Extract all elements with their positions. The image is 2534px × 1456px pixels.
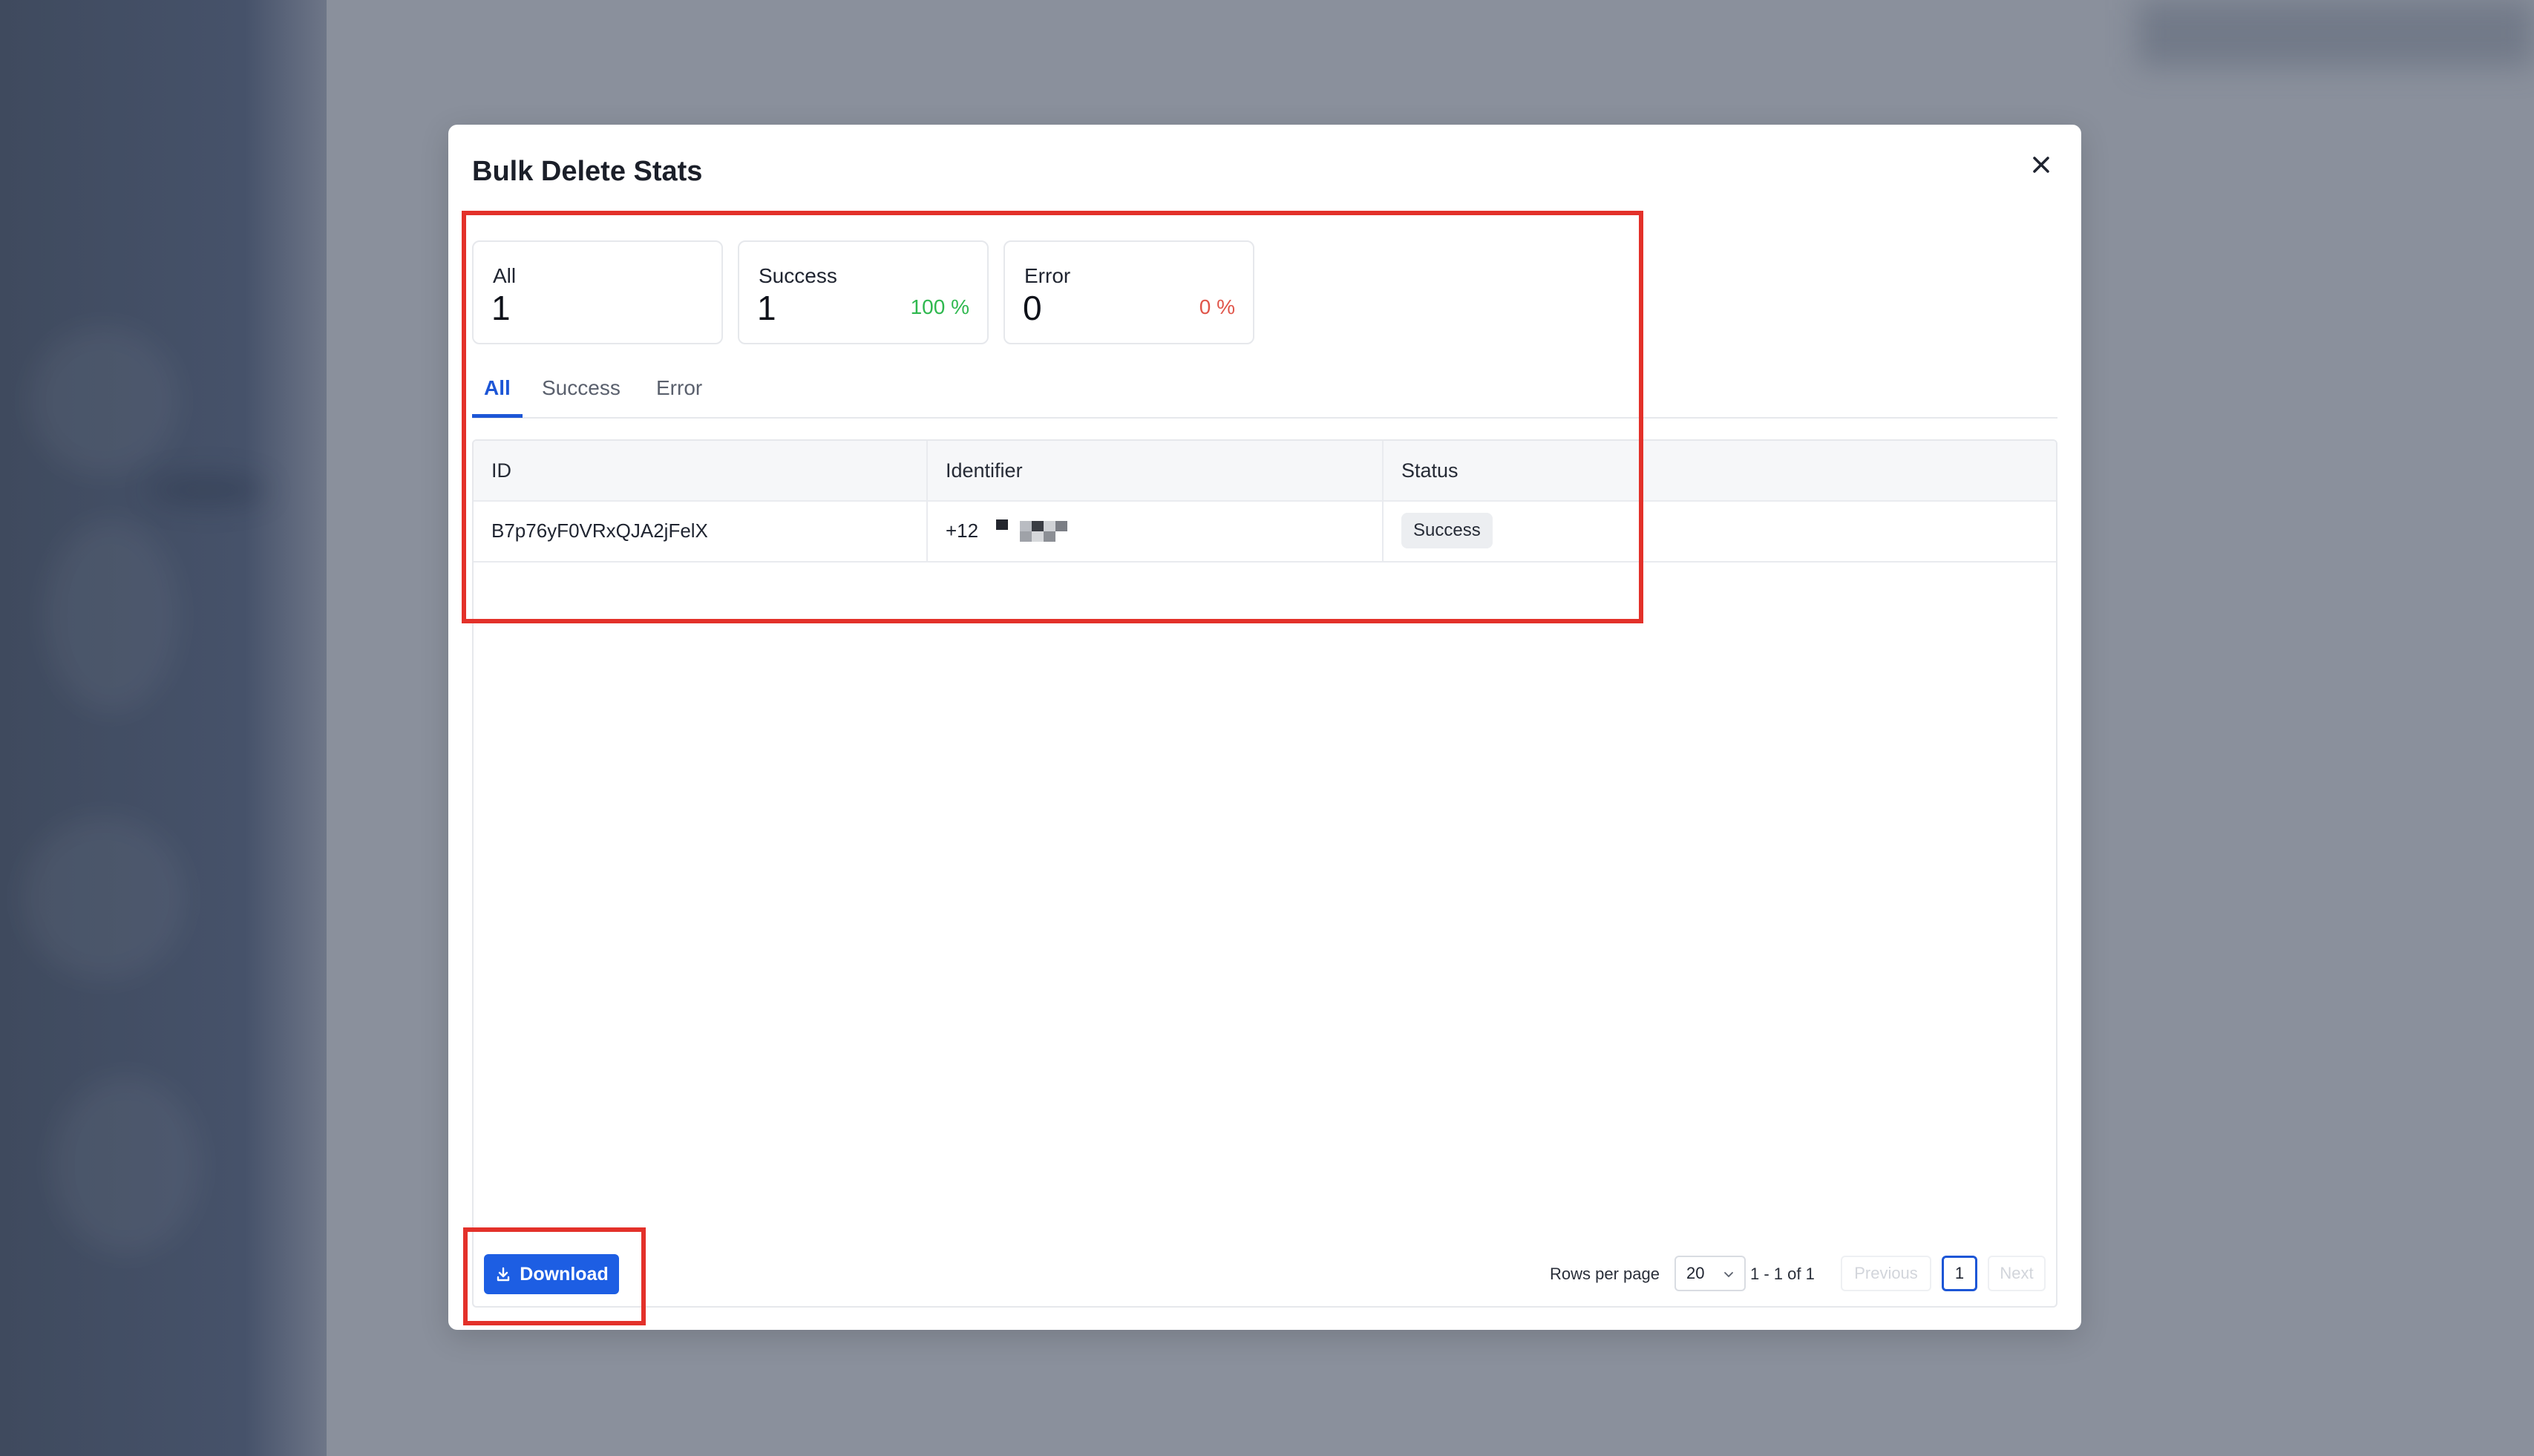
download-label: Download	[520, 1263, 609, 1285]
close-icon[interactable]	[2025, 148, 2057, 181]
close-button[interactable]	[2025, 148, 2057, 181]
rows-per-page-select[interactable]: 20	[1674, 1256, 1746, 1291]
stat-card-all: All 1	[472, 240, 723, 344]
background-topbar	[2138, 0, 2534, 67]
tab-all[interactable]: All	[472, 377, 523, 418]
tab-error[interactable]: Error	[644, 377, 714, 416]
status-badge: Success	[1401, 513, 1493, 548]
pagination-range: 1 - 1 of 1	[1750, 1265, 1815, 1283]
stat-all-value: 1	[491, 289, 511, 327]
chevron-down-icon	[1724, 1272, 1733, 1278]
table-header: ID Identifier Status	[474, 441, 2056, 502]
stat-error-value: 0	[1023, 289, 1042, 327]
column-header-identifier: Identifier	[928, 441, 1384, 500]
rows-per-page-label: Rows per page	[1550, 1265, 1660, 1283]
row-id: B7p76yF0VRxQJA2jFelX	[474, 500, 928, 561]
stat-success-label: Success	[759, 264, 837, 287]
page-number-button[interactable]: 1	[1942, 1256, 1977, 1291]
status-tabs: All Success Error	[472, 377, 2057, 419]
modal-title: Bulk Delete Stats	[472, 156, 703, 187]
previous-page-button[interactable]: Previous	[1841, 1256, 1931, 1291]
bulk-delete-stats-modal: Bulk Delete Stats All 1 Success 1 100 % …	[448, 125, 2081, 1330]
stat-all-label: All	[493, 264, 517, 287]
tab-success[interactable]: Success	[530, 377, 632, 416]
table-row: B7p76yF0VRxQJA2jFelX +12 Success	[474, 500, 2056, 563]
row-status: Success	[1384, 500, 2056, 561]
next-page-button[interactable]: Next	[1988, 1256, 2046, 1291]
rows-per-page-value: 20	[1686, 1264, 1705, 1282]
stat-error-label: Error	[1024, 264, 1071, 287]
row-identifier: +12	[928, 500, 1384, 561]
column-header-status: Status	[1401, 459, 1458, 482]
stat-card-success: Success 1 100 %	[738, 240, 989, 344]
download-button[interactable]: Download	[484, 1254, 619, 1294]
results-table: ID Identifier Status B7p76yF0VRxQJA2jFel…	[472, 439, 2057, 1308]
stat-error-percent: 0 %	[1199, 295, 1235, 318]
row-identifier-prefix: +12	[946, 519, 979, 542]
row-id-text: B7p76yF0VRxQJA2jFelX	[491, 519, 708, 542]
redacted-identifier	[996, 519, 1069, 542]
stat-card-error: Error 0 0 %	[1004, 240, 1254, 344]
stat-success-percent: 100 %	[910, 295, 969, 318]
background-sidebar	[0, 0, 327, 1456]
stat-success-value: 1	[757, 289, 776, 327]
download-icon	[497, 1267, 510, 1282]
column-header-id: ID	[474, 441, 928, 500]
